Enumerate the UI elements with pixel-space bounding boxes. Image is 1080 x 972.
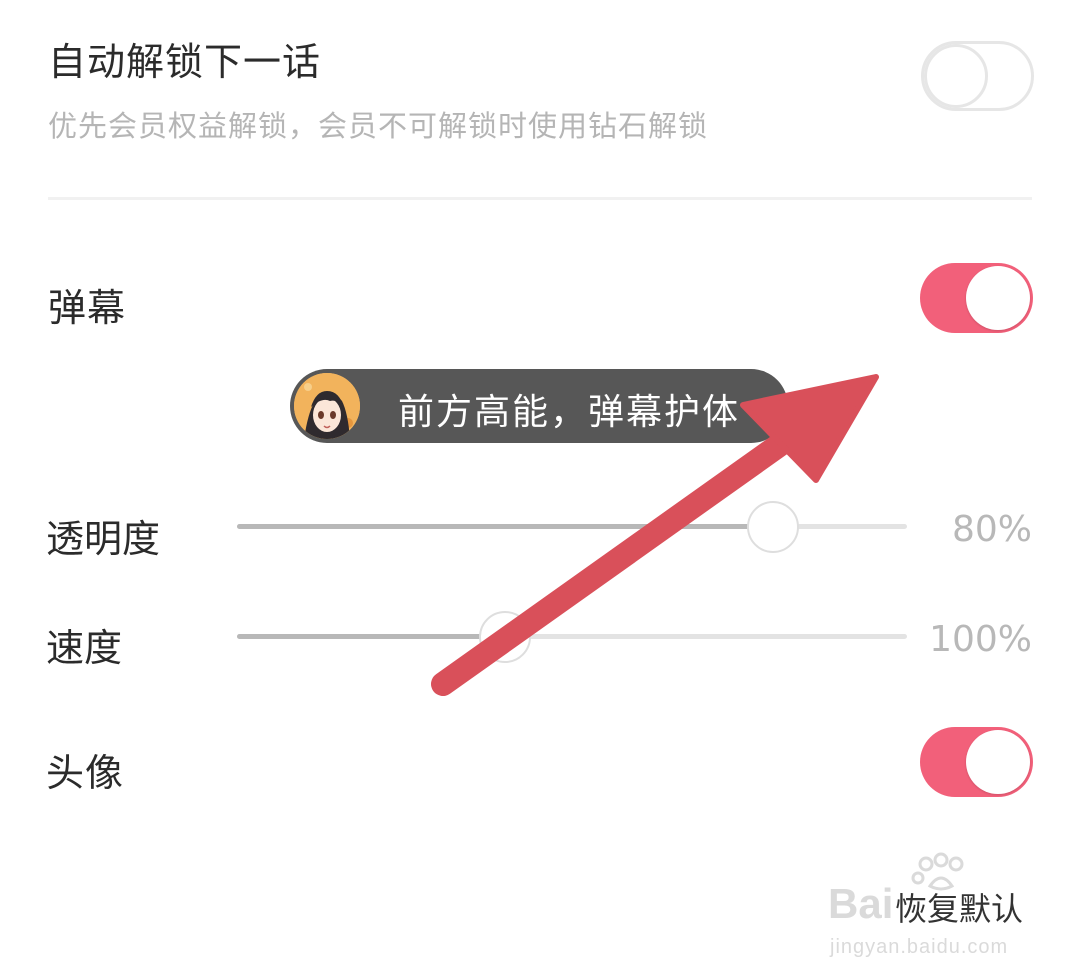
opacity-label: 透明度 [46,517,161,561]
speed-label: 速度 [46,626,123,670]
opacity-slider-fill [237,524,773,529]
avatar-toggle[interactable] [920,727,1033,797]
danmaku-preview: 前方高能，弹幕护体 [290,369,788,443]
watermark-brand: Bai [828,880,894,927]
annotation-arrow-icon [431,374,879,696]
anime-avatar-icon [294,373,360,439]
danmaku-title: 弹幕 [48,286,127,330]
toggle-knob [966,730,1030,794]
toggle-knob [966,266,1030,330]
auto-unlock-title: 自动解锁下一话 [48,40,322,84]
restore-default-button[interactable]: 恢复默认 [895,884,1023,930]
opacity-slider-thumb[interactable] [747,501,799,553]
watermark-url: jingyan.baidu.com [830,936,1009,958]
speed-slider[interactable] [237,634,907,639]
danmaku-preview-text: 前方高能，弹幕护体 [398,392,741,433]
opacity-slider[interactable] [237,524,907,529]
danmaku-toggle[interactable] [920,263,1033,333]
toggle-knob [924,44,988,108]
auto-unlock-toggle[interactable] [921,41,1034,111]
speed-slider-thumb[interactable] [479,611,531,663]
opacity-value: 80% [951,509,1032,550]
speed-slider-fill [237,634,505,639]
auto-unlock-description: 优先会员权益解锁，会员不可解锁时使用钻石解锁 [48,109,709,143]
avatar-setting-title: 头像 [46,751,125,795]
avatar-image [294,373,360,439]
speed-value: 100% [929,619,1032,660]
section-divider [48,197,1032,200]
